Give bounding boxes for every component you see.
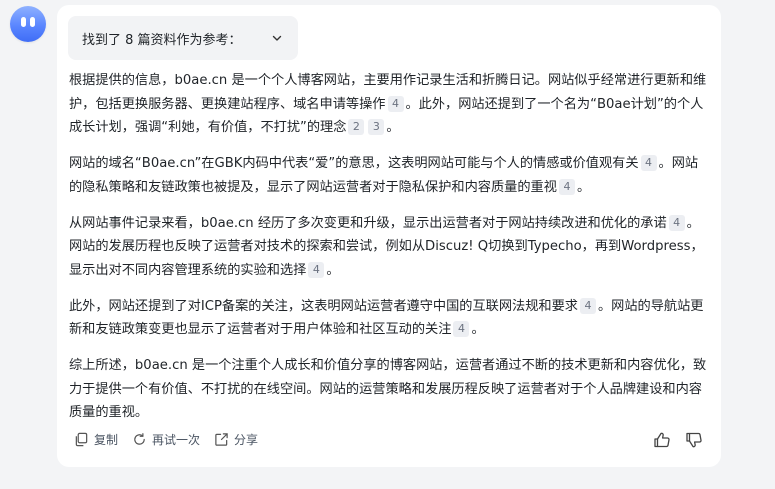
citation-badge[interactable]: 4: [453, 321, 470, 337]
answer-paragraph: 从网站事件记录来看，b0ae.cn 经历了多次变更和升级，显示出运营者对于网站持…: [69, 212, 709, 283]
copy-button[interactable]: 复制: [74, 431, 118, 448]
citation-badge[interactable]: 4: [668, 214, 685, 231]
paragraph-text: 此外，网站还提到了对ICP备案的关注，这表明网站运营者遵守中国的互联网法规和要求: [69, 298, 578, 314]
share-icon: [215, 433, 228, 446]
retry-label: 再试一次: [152, 433, 201, 447]
share-label: 分享: [234, 433, 259, 447]
copy-icon: [75, 432, 88, 447]
citation-badge[interactable]: 2: [348, 119, 365, 135]
retry-button[interactable]: 再试一次: [132, 431, 200, 448]
avatar-right-eye: [30, 17, 35, 27]
answer-paragraph: 根据提供的信息，b0ae.cn 是一个个人博客网站，主要用作记录生活和折腾日记。…: [69, 69, 709, 140]
thumbs-up-icon[interactable]: [653, 431, 671, 449]
share-button[interactable]: 分享: [214, 431, 258, 448]
citation-badge[interactable]: 4: [387, 95, 404, 112]
citation-badge[interactable]: 4: [640, 155, 657, 171]
paragraph-text: 。: [326, 262, 340, 278]
answer-paragraph: 网站的域名“B0ae.cn”在GBK内码中代表“爱”的意思，这表明网站可能与个人…: [69, 152, 709, 199]
answer-paragraph: 此外，网站还提到了对ICP备案的关注，这表明网站运营者遵守中国的互联网法规和要求…: [69, 295, 709, 342]
paragraph-text: 综上所述，b0ae.cn 是一个注重个人成长和价值分享的博客网站，运营者通过不断…: [69, 358, 707, 420]
answer-paragraph: 综上所述，b0ae.cn 是一个注重个人成长和价值分享的博客网站，运营者通过不断…: [69, 354, 709, 425]
paragraph-text: 从网站事件记录来看，b0ae.cn 经历了多次变更和升级，显示出运营者对于网站持…: [69, 215, 667, 231]
citation-badge[interactable]: 3: [368, 119, 385, 135]
paragraph-text: 。: [471, 322, 485, 337]
paragraph-text: 。: [576, 179, 591, 195]
references-label: 找到了 8 篇资料作为参考：: [82, 32, 242, 48]
citation-badge[interactable]: 4: [558, 178, 575, 195]
answer-content: 根据提供的信息，b0ae.cn 是一个个人博客网站，主要用作记录生活和折腾日记。…: [69, 69, 709, 437]
citation-badge[interactable]: 4: [308, 261, 325, 278]
chevron-down-icon[interactable]: [270, 31, 284, 45]
references-toggle[interactable]: 找到了 8 篇资料作为参考：: [68, 16, 298, 60]
feedback-bar: [639, 431, 703, 449]
paragraph-text: 。: [386, 120, 400, 135]
thumbs-down-icon[interactable]: [685, 431, 703, 449]
retry-icon: [134, 433, 145, 445]
avatar-left-eye: [21, 17, 26, 27]
assistant-avatar: [10, 6, 46, 42]
paragraph-text: 网站的域名“B0ae.cn”在GBK内码中代表“爱”的意思，这表明网站可能与个人…: [69, 156, 639, 171]
action-bar: 复制 再试一次 分享: [74, 431, 272, 448]
copy-label: 复制: [94, 433, 119, 447]
citation-badge[interactable]: 4: [579, 297, 596, 314]
answer-card: 找到了 8 篇资料作为参考： 根据提供的信息，b0ae.cn 是一个个人博客网站…: [57, 5, 721, 467]
